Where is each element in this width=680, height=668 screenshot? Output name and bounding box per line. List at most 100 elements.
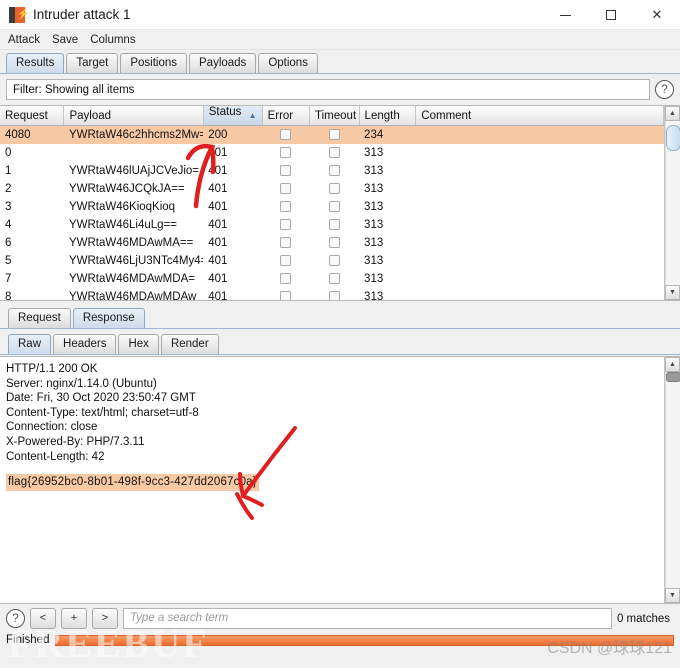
error-checkbox[interactable] bbox=[280, 200, 292, 212]
cell-payload: YWRtaW46MDAwMDA= bbox=[68, 272, 195, 285]
cell-error bbox=[262, 288, 309, 300]
timeout-checkbox[interactable] bbox=[328, 164, 340, 176]
results-vertical-scrollbar[interactable]: ▲ ▼ bbox=[664, 106, 680, 300]
cell-length: 313 bbox=[364, 272, 384, 285]
results-scroll-thumb[interactable] bbox=[666, 125, 680, 151]
menu-item-attack[interactable]: Attack bbox=[8, 34, 40, 46]
cell-timeout bbox=[310, 198, 360, 216]
table-row[interactable]: 7 YWRtaW46MDAwMDA= 401 313 bbox=[0, 270, 664, 288]
error-checkbox[interactable] bbox=[280, 272, 292, 284]
minimize-icon[interactable] bbox=[542, 0, 588, 30]
error-checkbox[interactable] bbox=[280, 254, 292, 266]
search-next-button[interactable]: > bbox=[92, 608, 118, 629]
error-checkbox[interactable] bbox=[280, 236, 292, 248]
tab-headers[interactable]: Headers bbox=[53, 334, 117, 354]
column-header-payload[interactable]: Payload bbox=[63, 106, 204, 126]
cell-comment bbox=[416, 144, 664, 162]
tab-positions[interactable]: Positions bbox=[120, 53, 187, 73]
table-row[interactable]: 4080 YWRtaW46c2hhcms2Mw== 200 234 bbox=[0, 125, 664, 144]
tab-render[interactable]: Render bbox=[160, 334, 219, 354]
table-row[interactable]: 4 YWRtaW46Li4uLg== 401 313 bbox=[0, 216, 664, 234]
column-header-request[interactable]: Request bbox=[0, 106, 65, 126]
timeout-checkbox[interactable] bbox=[328, 272, 340, 284]
timeout-checkbox[interactable] bbox=[328, 182, 340, 194]
scroll-up-icon[interactable]: ▲ bbox=[665, 106, 680, 121]
column-header-status[interactable]: ▲ Status bbox=[203, 106, 263, 126]
table-row[interactable]: 2 YWRtaW46JCQkJA== 401 313 bbox=[0, 180, 664, 198]
cell-timeout bbox=[310, 252, 360, 270]
column-header-timeout[interactable]: Timeout bbox=[309, 106, 360, 126]
table-row[interactable]: 8 YWRtaW46MDAwMDAw 401 313 bbox=[0, 288, 664, 301]
response-flag-highlight: flag{26952bc0-8b01-498f-9cc3-427dd2067c0… bbox=[6, 474, 259, 491]
tab-hex[interactable]: Hex bbox=[118, 334, 159, 354]
tab-options[interactable]: Options bbox=[258, 53, 318, 73]
search-match-count: 0 matches bbox=[616, 612, 670, 625]
tab-raw[interactable]: Raw bbox=[8, 334, 52, 354]
cell-comment bbox=[416, 180, 664, 198]
question-mark-icon[interactable]: ? bbox=[6, 609, 25, 628]
search-input[interactable]: Type a search term bbox=[123, 608, 612, 629]
menu-item-columns[interactable]: Columns bbox=[90, 34, 135, 46]
error-checkbox[interactable] bbox=[280, 146, 292, 158]
scroll-up-icon[interactable]: ▲ bbox=[665, 357, 680, 372]
question-mark-icon[interactable]: ? bbox=[655, 80, 674, 99]
response-raw-text[interactable]: HTTP/1.1 200 OK Server: nginx/1.14.0 (Ub… bbox=[0, 357, 664, 603]
error-checkbox[interactable] bbox=[280, 182, 292, 194]
table-row[interactable]: 1 YWRtaW46lUAjJCVeJio= 401 313 bbox=[0, 162, 664, 180]
timeout-checkbox[interactable] bbox=[328, 200, 340, 212]
timeout-checkbox[interactable] bbox=[328, 218, 340, 230]
search-previous-button[interactable]: < bbox=[30, 608, 56, 629]
close-icon[interactable]: ✕ bbox=[634, 0, 680, 30]
tab-payloads[interactable]: Payloads bbox=[189, 53, 257, 73]
cell-length: 313 bbox=[364, 290, 384, 301]
table-row[interactable]: 5 YWRtaW46LjU3NTc4My4= 401 313 bbox=[0, 252, 664, 270]
cell-status: 401 bbox=[208, 290, 228, 301]
filter-bar[interactable]: Filter: Showing all items bbox=[6, 79, 650, 100]
cell-error bbox=[262, 270, 309, 288]
cell-payload: YWRtaW46c2hhcms2Mw== bbox=[63, 125, 204, 144]
tab-target[interactable]: Target bbox=[66, 53, 119, 73]
error-checkbox[interactable] bbox=[280, 290, 292, 300]
sort-ascending-icon: ▲ bbox=[248, 111, 257, 120]
table-row[interactable]: 6 YWRtaW46MDAwMA== 401 313 bbox=[0, 234, 664, 252]
cell-request: 6 bbox=[5, 236, 12, 249]
cell-status: 401 bbox=[208, 146, 228, 159]
response-vertical-scrollbar[interactable]: ▲ ▼ bbox=[664, 357, 680, 603]
column-header-comment[interactable]: Comment bbox=[415, 106, 664, 126]
timeout-checkbox[interactable] bbox=[328, 290, 340, 300]
cell-status: 401 bbox=[208, 182, 228, 195]
column-header-error[interactable]: Error bbox=[262, 106, 311, 126]
response-scroll-track[interactable] bbox=[665, 372, 680, 588]
error-checkbox[interactable] bbox=[280, 129, 292, 141]
maximize-icon[interactable] bbox=[588, 0, 634, 30]
cell-timeout bbox=[310, 288, 360, 300]
timeout-checkbox[interactable] bbox=[328, 254, 340, 266]
attack-progress-bar bbox=[55, 634, 674, 646]
results-table: Request Payload ▲ Status Error Timeout L… bbox=[0, 105, 680, 301]
response-scroll-thumb[interactable] bbox=[666, 372, 680, 382]
cell-status: 401 bbox=[208, 218, 228, 231]
main-tab-bar: Results Target Positions Payloads Option… bbox=[0, 50, 680, 74]
cell-length: 313 bbox=[364, 254, 384, 267]
tab-request[interactable]: Request bbox=[8, 308, 71, 328]
results-scroll-track[interactable] bbox=[665, 121, 680, 285]
menu-item-save[interactable]: Save bbox=[52, 34, 78, 46]
tab-results[interactable]: Results bbox=[6, 53, 65, 73]
scroll-down-icon[interactable]: ▼ bbox=[665, 588, 680, 603]
column-header-length[interactable]: Length bbox=[359, 106, 417, 126]
timeout-checkbox[interactable] bbox=[328, 129, 340, 141]
cell-comment bbox=[416, 288, 664, 301]
cell-status: 401 bbox=[208, 200, 228, 213]
table-row[interactable]: 0 401 313 bbox=[0, 144, 664, 162]
table-row[interactable]: 3 YWRtaW46KioqKioq 401 313 bbox=[0, 198, 664, 216]
tab-response[interactable]: Response bbox=[72, 308, 145, 328]
search-add-button[interactable]: + bbox=[61, 608, 87, 629]
error-checkbox[interactable] bbox=[280, 164, 292, 176]
scroll-down-icon[interactable]: ▼ bbox=[665, 285, 680, 300]
cell-request: 1 bbox=[5, 164, 12, 177]
menu-bar: Attack Save Columns bbox=[0, 30, 680, 50]
status-label: Finished bbox=[6, 634, 50, 646]
timeout-checkbox[interactable] bbox=[328, 146, 340, 158]
error-checkbox[interactable] bbox=[280, 218, 292, 230]
timeout-checkbox[interactable] bbox=[328, 236, 340, 248]
